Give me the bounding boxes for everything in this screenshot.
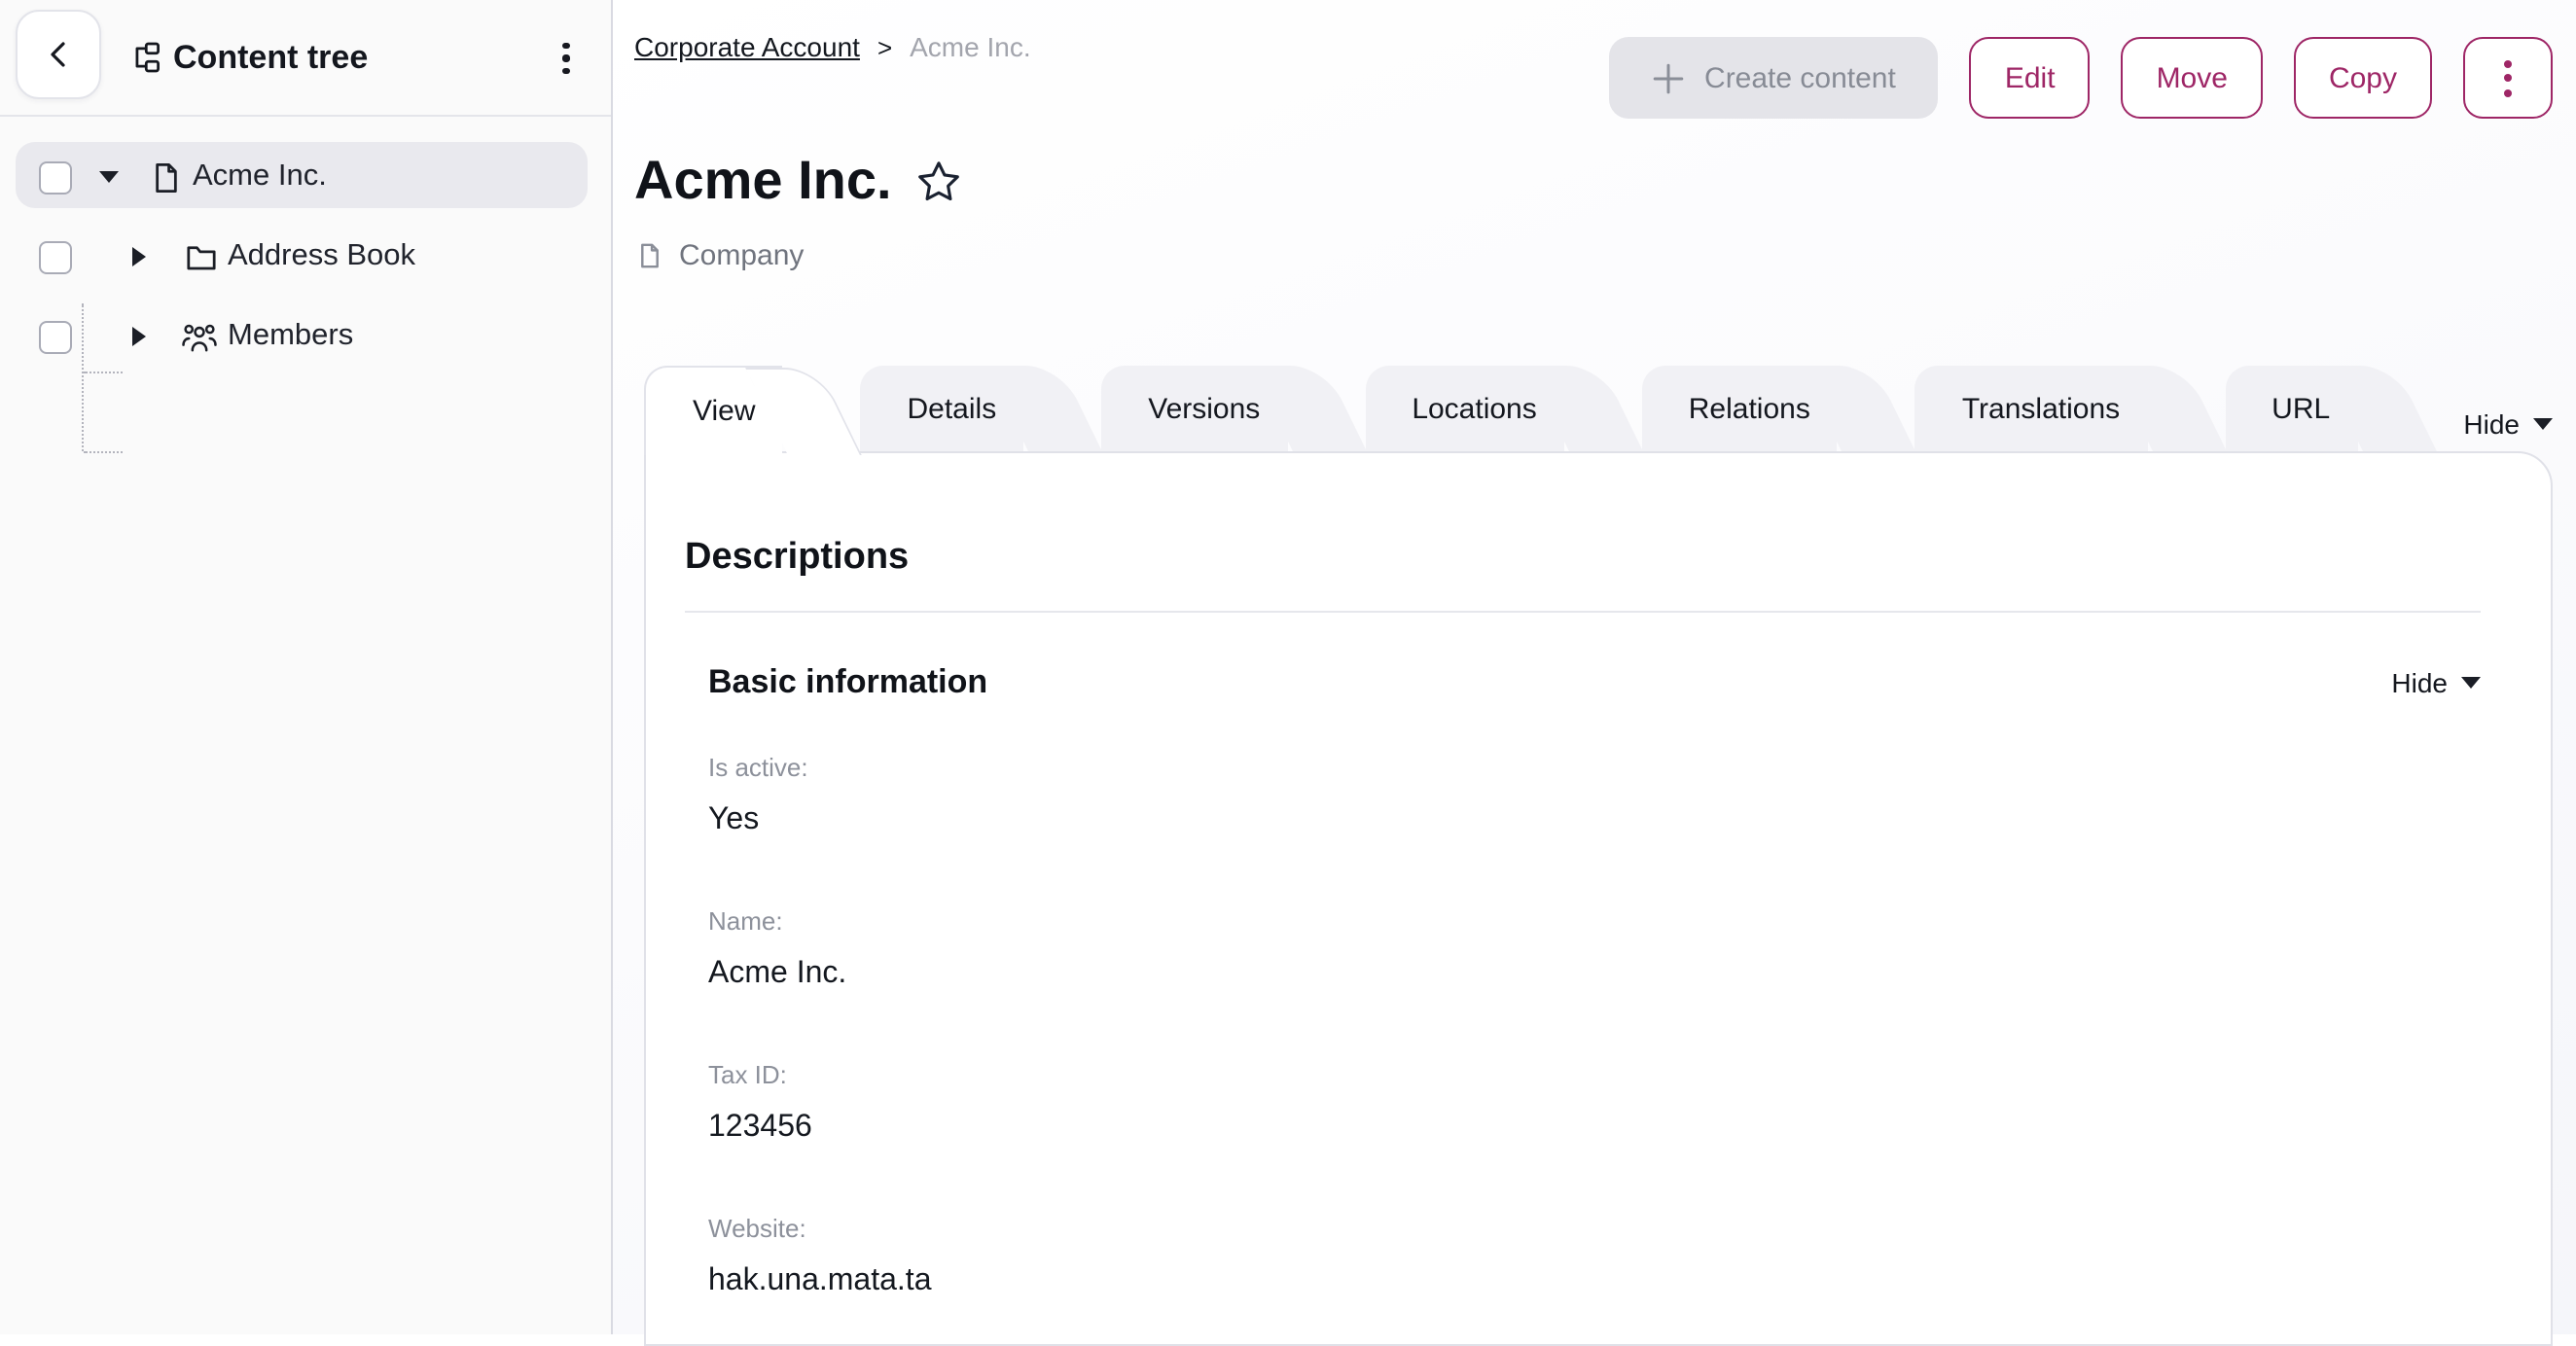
plus-icon [1652,61,1685,94]
bookmark-star-icon[interactable] [915,157,964,205]
tree-item-label: Members [228,316,353,355]
tab-bar: View Details Versions Locations Relation… [644,366,2553,455]
sidebar-header: Content tree [0,0,611,117]
tree-connector-horizontal [84,451,123,453]
collapse-node-caret[interactable] [99,170,119,182]
field-tax-id: Tax ID: 123456 [708,1060,2481,1148]
tab-strip: View Details Versions Locations Relation… [644,366,2553,455]
sidebar-menu-button[interactable] [549,33,584,84]
collapse-sidebar-button[interactable] [16,10,101,99]
field-value: Yes [708,801,2481,840]
page-title: Acme Inc. [634,148,892,214]
tab-url[interactable]: URL [2225,366,2357,451]
caret-down-icon [2533,418,2553,430]
content-type-row: Company [636,239,804,272]
field-list: Is active: Yes Name: Acme Inc. Tax ID: 1… [708,753,2481,1301]
tab-translations[interactable]: Translations [1915,366,2147,451]
people-icon [181,320,220,353]
field-label: Website: [708,1214,2481,1243]
content-tree-icon [128,41,161,74]
breadcrumb-parent-link[interactable]: Corporate Account [634,31,860,62]
action-buttons: Create content Edit Move Copy [1609,37,2553,119]
tree-item-address-book[interactable]: Address Book [0,216,611,296]
tree-item-checkbox[interactable] [39,320,72,353]
copy-button[interactable]: Copy [2294,37,2432,119]
move-button[interactable]: Move [2122,37,2263,119]
field-label: Name: [708,906,2481,936]
section-divider [685,611,2481,613]
hide-tabs-label: Hide [2463,408,2520,440]
field-value: hak.una.mata.ta [708,1262,2481,1301]
file-icon [150,160,183,194]
content-tree: Acme Inc. Address Book Members [0,117,611,375]
expand-node-caret[interactable] [132,326,146,345]
caret-down-icon [2461,677,2481,689]
tree-item-checkbox[interactable] [39,160,72,194]
field-value: Acme Inc. [708,955,2481,994]
view-tab-panel: Descriptions Basic information Hide Is a… [644,451,2553,1346]
chevron-left-icon [43,39,74,70]
breadcrumb: Corporate Account > Acme Inc. [634,31,1031,62]
tab-relations[interactable]: Relations [1642,366,1838,451]
edit-button[interactable]: Edit [1970,37,2091,119]
content-tree-sidebar: Content tree Acme Inc. [0,0,613,1334]
field-website: Website: hak.una.mata.ta [708,1214,2481,1301]
expand-node-caret[interactable] [132,246,146,266]
create-content-label: Create content [1704,61,1896,94]
tab-locations[interactable]: Locations [1365,366,1563,451]
field-label: Tax ID: [708,1060,2481,1089]
breadcrumb-current: Acme Inc. [910,31,1031,62]
tab-versions[interactable]: Versions [1101,366,1287,451]
tree-item-acme-inc[interactable]: Acme Inc. [0,136,611,216]
field-name: Name: Acme Inc. [708,906,2481,994]
descriptions-heading: Descriptions [685,537,2481,580]
tab-view[interactable]: View [644,366,783,455]
hide-section-label: Hide [2391,667,2448,698]
sidebar-title: Content tree [173,38,368,77]
tab-details[interactable]: Details [861,366,1024,451]
sidebar-title-wrap: Content tree [128,0,368,115]
basic-information-header: Basic information Hide [708,663,2481,702]
hide-tabs-control[interactable]: Hide [2463,408,2553,440]
document-icon [636,241,663,270]
tree-item-label: Acme Inc. [193,157,327,195]
field-value: 123456 [708,1109,2481,1148]
content-type-label: Company [679,239,804,272]
tree-item-label: Address Book [228,236,415,275]
more-actions-button[interactable] [2463,37,2553,119]
app-root: Content tree Acme Inc. [0,0,2576,1334]
tree-item-members[interactable]: Members [0,296,611,375]
field-label: Is active: [708,753,2481,782]
main-content: Corporate Account > Acme Inc. Create con… [613,0,2576,1334]
page-title-row: Acme Inc. [634,148,964,214]
create-content-button[interactable]: Create content [1609,37,1939,119]
breadcrumb-separator: > [877,32,892,61]
hide-section-control[interactable]: Hide [2391,667,2481,698]
tree-item-checkbox[interactable] [39,240,72,273]
field-is-active: Is active: Yes [708,753,2481,840]
folder-icon [185,240,218,273]
basic-information-heading: Basic information [708,663,987,702]
